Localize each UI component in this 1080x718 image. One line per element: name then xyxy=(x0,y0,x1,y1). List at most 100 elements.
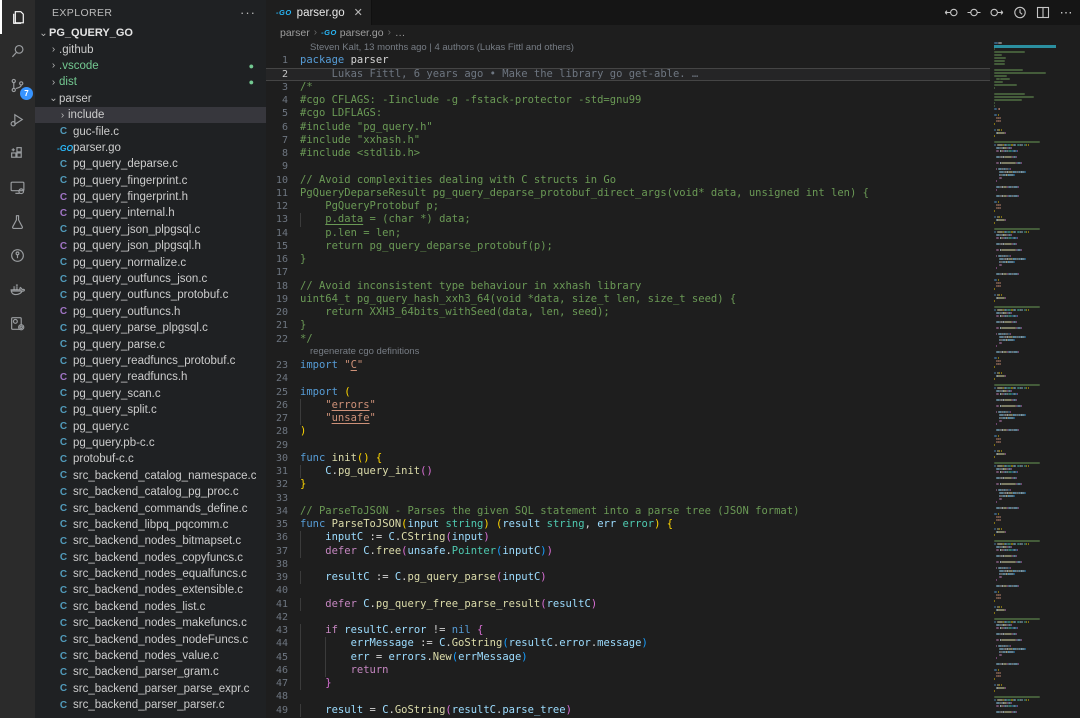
code-line-36[interactable]: 36 inputC := C.CString(input) xyxy=(266,531,990,544)
tree-item-pg_query_fingerprint.h[interactable]: Cpg_query_fingerprint.h xyxy=(35,189,266,205)
code-line-44[interactable]: 44 errMessage := C.GoString(resultC.erro… xyxy=(266,637,990,650)
explorer-more-actions-icon[interactable]: ··· xyxy=(240,5,256,20)
codelens-regenerate-cgo[interactable]: regenerate cgo definitions xyxy=(266,346,990,359)
tree-item-src_backend_parser_gram.c[interactable]: Csrc_backend_parser_gram.c xyxy=(35,664,266,680)
tree-item-pg_query_outfuncs_protobuf.c[interactable]: Cpg_query_outfuncs_protobuf.c xyxy=(35,287,266,303)
tab-parser-go[interactable]: -GO parser.go ✕ xyxy=(266,0,372,25)
tree-item-pg_query_fingerprint.c[interactable]: Cpg_query_fingerprint.c xyxy=(35,173,266,189)
code-line-42[interactable]: 42 xyxy=(266,611,990,624)
open-changes-icon[interactable] xyxy=(966,5,982,21)
tree-item-src_backend_nodes_list.c[interactable]: Csrc_backend_nodes_list.c xyxy=(35,599,266,615)
code-line-4[interactable]: 4#cgo CFLAGS: -Iinclude -g -fstack-prote… xyxy=(266,94,990,107)
tree-item-src_backend_commands_define.c[interactable]: Csrc_backend_commands_define.c xyxy=(35,500,266,516)
code-line-3[interactable]: 3/* xyxy=(266,81,990,94)
code-line-2[interactable]: 2 Lukas Fittl, 6 years ago • Make the li… xyxy=(266,68,990,81)
code-line-7[interactable]: 7#include "xxhash.h" xyxy=(266,134,990,147)
testing-icon[interactable] xyxy=(0,204,35,238)
tree-item-pg_query_normalize.c[interactable]: Cpg_query_normalize.c xyxy=(35,254,266,270)
tree-item-protobuf-c.c[interactable]: Cprotobuf-c.c xyxy=(35,451,266,467)
code-line-38[interactable]: 38 xyxy=(266,558,990,571)
code-line-13[interactable]: 13 p.data = (char *) data; xyxy=(266,213,990,226)
remote-explorer-icon[interactable] xyxy=(0,170,35,204)
tree-item-parser.go[interactable]: -GOparser.go xyxy=(35,140,266,156)
actions-icon[interactable] xyxy=(0,306,35,340)
breadcrumb-item-parser.go[interactable]: -GOparser.go xyxy=(321,27,383,39)
more-actions-icon[interactable]: ⋯ xyxy=(1058,5,1074,21)
tree-item-pg_query_scan.c[interactable]: Cpg_query_scan.c xyxy=(35,386,266,402)
code-line-43[interactable]: 43 if resultC.error != nil { xyxy=(266,624,990,637)
code-line-22[interactable]: 22*/ xyxy=(266,333,990,346)
tree-item-pg_query_parse.c[interactable]: Cpg_query_parse.c xyxy=(35,336,266,352)
code-line-34[interactable]: 34// ParseToJSON - Parses the given SQL … xyxy=(266,505,990,518)
code-line-25[interactable]: 25import ( xyxy=(266,386,990,399)
code-line-49[interactable]: 49 result = C.GoString(resultC.parse_tre… xyxy=(266,704,990,717)
code-line-46[interactable]: 46 return xyxy=(266,664,990,677)
tree-item-pg_query_deparse.c[interactable]: Cpg_query_deparse.c xyxy=(35,156,266,172)
source-control-icon[interactable]: 7 xyxy=(0,68,35,102)
tree-item-pg_query_readfuncs.h[interactable]: Cpg_query_readfuncs.h xyxy=(35,369,266,385)
code-line-47[interactable]: 47 } xyxy=(266,677,990,690)
code-line-24[interactable]: 24 xyxy=(266,372,990,385)
code-line-1[interactable]: 1package parser xyxy=(266,54,990,67)
tree-item-src_backend_parser_parser.c[interactable]: Csrc_backend_parser_parser.c xyxy=(35,697,266,713)
code-line-48[interactable]: 48 xyxy=(266,690,990,703)
open-changes-prev-revision-icon[interactable] xyxy=(943,5,959,21)
tree-item-src_backend_catalog_pg_proc.c[interactable]: Csrc_backend_catalog_pg_proc.c xyxy=(35,484,266,500)
code-line-19[interactable]: 19uint64_t pg_query_hash_xxh3_64(void *d… xyxy=(266,293,990,306)
tab-close-icon[interactable]: ✕ xyxy=(354,6,363,19)
explorer-icon[interactable] xyxy=(0,0,35,34)
search-icon[interactable] xyxy=(0,34,35,68)
tree-item-pg_query.c[interactable]: Cpg_query.c xyxy=(35,418,266,434)
code-line-35[interactable]: 35func ParseToJSON(input string) (result… xyxy=(266,518,990,531)
split-editor-icon[interactable] xyxy=(1035,5,1051,21)
code-line-45[interactable]: 45 err = errors.New(errMessage) xyxy=(266,651,990,664)
tree-item-src_backend_nodes_nodeFuncs.c[interactable]: Csrc_backend_nodes_nodeFuncs.c xyxy=(35,631,266,647)
open-changes-next-revision-icon[interactable] xyxy=(989,5,1005,21)
tree-item-src_backend_nodes_makefuncs.c[interactable]: Csrc_backend_nodes_makefuncs.c xyxy=(35,615,266,631)
tree-item-.github[interactable]: ›.github xyxy=(35,41,266,57)
code-line-21[interactable]: 21} xyxy=(266,319,990,332)
gitlens-icon[interactable] xyxy=(0,238,35,272)
code-line-32[interactable]: 32} xyxy=(266,478,990,491)
code-line-37[interactable]: 37 defer C.free(unsafe.Pointer(inputC)) xyxy=(266,545,990,558)
tree-item-guc-file.c[interactable]: Cguc-file.c xyxy=(35,123,266,139)
tree-item-src_backend_nodes_value.c[interactable]: Csrc_backend_nodes_value.c xyxy=(35,648,266,664)
code-line-15[interactable]: 15 return pg_query_deparse_protobuf(p); xyxy=(266,240,990,253)
code-line-27[interactable]: 27 "unsafe" xyxy=(266,412,990,425)
docker-icon[interactable] xyxy=(0,272,35,306)
code-line-39[interactable]: 39 resultC := C.pg_query_parse(inputC) xyxy=(266,571,990,584)
tree-item-pg_query_readfuncs_protobuf.c[interactable]: Cpg_query_readfuncs_protobuf.c xyxy=(35,353,266,369)
tree-item-src_backend_parser_parse_expr.c[interactable]: Csrc_backend_parser_parse_expr.c xyxy=(35,681,266,697)
tree-item-pg_query_outfuncs.h[interactable]: Cpg_query_outfuncs.h xyxy=(35,304,266,320)
tree-item-src_backend_nodes_copyfuncs.c[interactable]: Csrc_backend_nodes_copyfuncs.c xyxy=(35,550,266,566)
code-line-6[interactable]: 6#include "pg_query.h" xyxy=(266,121,990,134)
code-line-41[interactable]: 41 defer C.pg_query_free_parse_result(re… xyxy=(266,598,990,611)
code-line-40[interactable]: 40 xyxy=(266,584,990,597)
code-line-28[interactable]: 28) xyxy=(266,425,990,438)
code-line-12[interactable]: 12 PgQueryProtobuf p; xyxy=(266,200,990,213)
code-line-23[interactable]: 23import "C" xyxy=(266,359,990,372)
tree-item-pg_query_outfuncs_json.c[interactable]: Cpg_query_outfuncs_json.c xyxy=(35,271,266,287)
tree-item-parser[interactable]: ⌄parser xyxy=(35,91,266,107)
run-and-debug-icon[interactable] xyxy=(0,102,35,136)
code-line-29[interactable]: 29 xyxy=(266,439,990,452)
code-line-17[interactable]: 17 xyxy=(266,266,990,279)
tree-item-pg_query_internal.h[interactable]: Cpg_query_internal.h xyxy=(35,205,266,221)
tree-item-.vscode[interactable]: ›.vscode● xyxy=(35,58,266,74)
tree-item-src_backend_nodes_equalfuncs.c[interactable]: Csrc_backend_nodes_equalfuncs.c xyxy=(35,566,266,582)
code-line-30[interactable]: 30func init() { xyxy=(266,452,990,465)
code-line-5[interactable]: 5#cgo LDFLAGS: xyxy=(266,107,990,120)
tree-item-pg_query.pb-c.c[interactable]: Cpg_query.pb-c.c xyxy=(35,435,266,451)
code-line-14[interactable]: 14 p.len = len; xyxy=(266,227,990,240)
tree-item-src_backend_libpq_pqcomm.c[interactable]: Csrc_backend_libpq_pqcomm.c xyxy=(35,517,266,533)
tree-item-dist[interactable]: ›dist● xyxy=(35,74,266,90)
code-line-31[interactable]: 31 C.pg_query_init() xyxy=(266,465,990,478)
code-line-33[interactable]: 33 xyxy=(266,492,990,505)
code-line-18[interactable]: 18// Avoid inconsistent type behaviour i… xyxy=(266,280,990,293)
breadcrumb-item-x[interactable]: … xyxy=(395,27,406,39)
code-line-11[interactable]: 11PgQueryDeparseResult pg_query_deparse_… xyxy=(266,187,990,200)
tree-item-src_backend_nodes_extensible.c[interactable]: Csrc_backend_nodes_extensible.c xyxy=(35,582,266,598)
tree-item-pg_query_json_plpgsql.c[interactable]: Cpg_query_json_plpgsql.c xyxy=(35,222,266,238)
code-line-8[interactable]: 8#include <stdlib.h> xyxy=(266,147,990,160)
tree-item-include[interactable]: ›include xyxy=(35,107,266,123)
